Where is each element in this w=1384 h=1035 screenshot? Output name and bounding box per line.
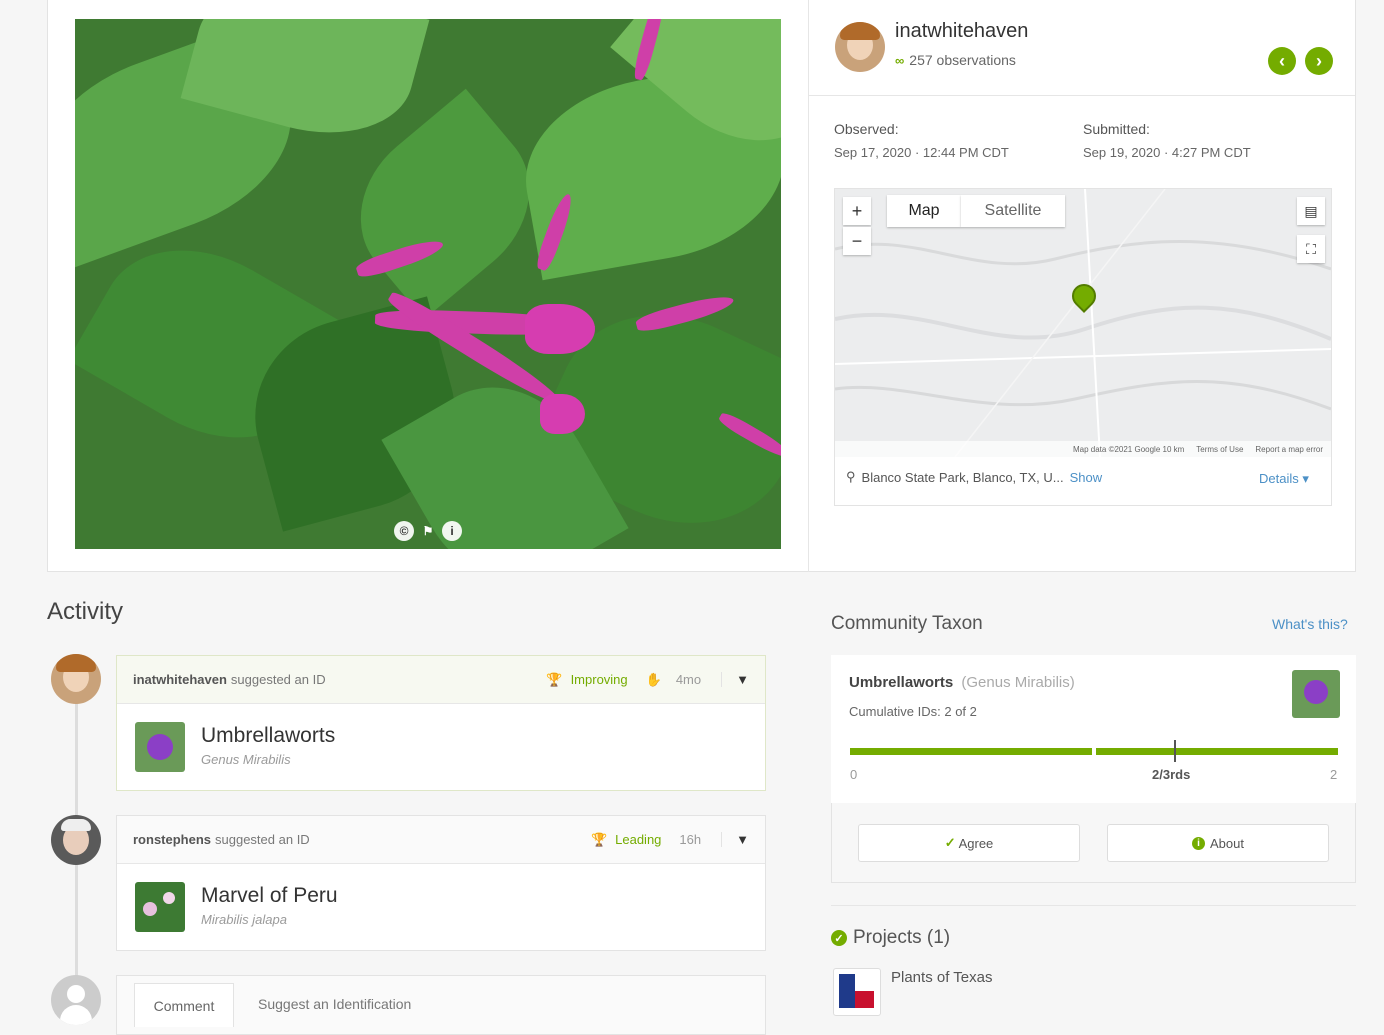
binoculars-icon: ∞	[895, 52, 905, 68]
tab-map[interactable]: Map	[887, 195, 961, 227]
identification-1-scientific-name: Genus Mirabilis	[201, 752, 291, 767]
activity-title: Activity	[47, 598, 124, 625]
scale-mid: 2/3rds	[1152, 767, 1191, 782]
consensus-bar-segment-1	[850, 748, 1092, 755]
whats-this-link[interactable]: What's this?	[1272, 616, 1348, 632]
taxon-photo-2[interactable]	[135, 882, 185, 932]
activity-avatar-1[interactable]	[51, 654, 101, 704]
identification-2-action: suggested an ID	[215, 832, 310, 847]
two-thirds-marker	[1174, 740, 1176, 762]
project-icon-plants-of-texas[interactable]	[833, 968, 881, 1016]
identification-1-header: inatwhitehaven suggested an ID 🏆 Improvi…	[117, 656, 765, 704]
projects-header[interactable]: ✓ Projects (1)	[831, 927, 950, 949]
identification-2-user[interactable]: ronstephens	[133, 832, 211, 847]
observed-label: Observed:	[834, 121, 899, 137]
observation-count[interactable]: ∞ 257 observations	[895, 52, 1016, 68]
observation-photo[interactable]: © ⚑ i	[75, 19, 781, 549]
info-circle-icon: i	[1192, 836, 1205, 850]
projects-divider	[831, 905, 1356, 906]
identification-1-common-name[interactable]: Umbrellaworts	[201, 724, 335, 748]
fullscreen-button[interactable]: ⛶	[1297, 235, 1325, 263]
location-details-button[interactable]: Details ▾	[1259, 471, 1309, 487]
check-icon: ✓	[944, 835, 956, 850]
activity-avatar-2[interactable]	[51, 815, 101, 865]
location-text: Blanco State Park, Blanco, TX, U...	[861, 469, 1064, 485]
zoom-out-button[interactable]: −	[843, 227, 871, 255]
identification-1-icon: ✋	[645, 671, 662, 687]
scale-min: 0	[850, 767, 858, 782]
photo-controls: © ⚑ i	[394, 521, 462, 541]
map-terms-link[interactable]: Terms of Use	[1196, 445, 1243, 454]
taxon-photo-1[interactable]	[135, 722, 185, 772]
next-observation-button[interactable]: ›	[1305, 47, 1333, 75]
tab-suggest-identification[interactable]: Suggest an Identification	[258, 996, 411, 1012]
submitted-label: Submitted:	[1083, 121, 1150, 137]
consensus-bar-segment-2	[1096, 748, 1338, 755]
improving-icon: 🏆	[546, 671, 563, 687]
community-taxon-name[interactable]: Umbrellaworts	[849, 674, 953, 691]
tab-satellite[interactable]: Satellite	[961, 195, 1065, 227]
map-attribution-bar: Map data ©2021 Google 10 km Terms of Use…	[835, 441, 1331, 457]
user-name[interactable]: inatwhitehaven	[895, 20, 1028, 43]
fullscreen-icon: ⛶	[1306, 240, 1316, 257]
user-avatar[interactable]	[835, 22, 885, 72]
chevron-down-icon[interactable]: ▼	[721, 672, 749, 687]
identification-2-common-name[interactable]: Marvel of Peru	[201, 884, 338, 908]
map-report-link[interactable]: Report a map error	[1255, 445, 1323, 454]
info-icon[interactable]: i	[442, 521, 462, 541]
license-icon[interactable]: ©	[394, 521, 414, 541]
header-divider	[808, 95, 1355, 96]
map-view[interactable]: + − Map Satellite ▤ ⛶ Map data ©2021 Goo…	[835, 189, 1331, 457]
community-taxon-rank: (Genus Mirabilis)	[961, 674, 1075, 691]
location-row: ⚲ Blanco State Park, Blanco, TX, U... Sh…	[846, 469, 1102, 485]
leading-icon: 🏆	[590, 831, 608, 847]
column-divider	[808, 0, 809, 572]
identification-1: inatwhitehaven suggested an ID 🏆 Improvi…	[116, 655, 766, 791]
community-taxon-photo[interactable]	[1292, 670, 1340, 718]
cumulative-ids: Cumulative IDs: 2 of 2	[849, 704, 977, 719]
identification-2-badge: Leading	[615, 832, 662, 847]
show-location-link[interactable]: Show	[1070, 470, 1103, 485]
chevron-down-icon[interactable]: ▼	[721, 832, 749, 847]
community-taxon-title: Community Taxon	[831, 613, 983, 634]
zoom-in-button[interactable]: +	[843, 197, 871, 225]
identification-2: ronstephens suggested an ID 🏆 Leading 16…	[116, 815, 766, 951]
submitted-date: Sep 19, 2020 · 4:27 PM CDT	[1083, 145, 1251, 160]
about-button[interactable]: i About	[1107, 824, 1329, 862]
identification-2-scientific-name: Mirabilis jalapa	[201, 912, 287, 927]
identification-2-header: ronstephens suggested an ID 🏆 Leading 16…	[117, 816, 765, 864]
identification-1-action: suggested an ID	[230, 672, 326, 687]
identification-1-user[interactable]: inatwhitehaven	[133, 672, 227, 687]
projects-check-icon: ✓	[831, 930, 847, 946]
identification-2-time: 16h	[679, 832, 702, 847]
identification-1-badge: Improving	[570, 672, 628, 687]
layers-button[interactable]: ▤	[1297, 197, 1325, 225]
map-attribution: Map data ©2021 Google 10 km	[1072, 444, 1185, 454]
project-name[interactable]: Plants of Texas	[891, 969, 992, 986]
current-user-avatar	[51, 975, 101, 1025]
observed-date: Sep 17, 2020 · 12:44 PM CDT	[834, 145, 1009, 160]
map-terrain	[835, 189, 1331, 457]
scale-max: 2	[1330, 767, 1338, 782]
flag-icon[interactable]: ⚑	[418, 521, 438, 541]
agree-button[interactable]: ✓ Agree	[858, 824, 1080, 862]
community-taxon-name-row[interactable]: Umbrellaworts (Genus Mirabilis)	[849, 674, 1075, 691]
tab-comment[interactable]: Comment	[134, 983, 234, 1027]
prev-observation-button[interactable]: ‹	[1268, 47, 1296, 75]
layers-icon: ▤	[1304, 202, 1318, 219]
map-marker-icon: ⚲	[846, 469, 856, 484]
identification-1-time: 4mo	[675, 672, 702, 687]
